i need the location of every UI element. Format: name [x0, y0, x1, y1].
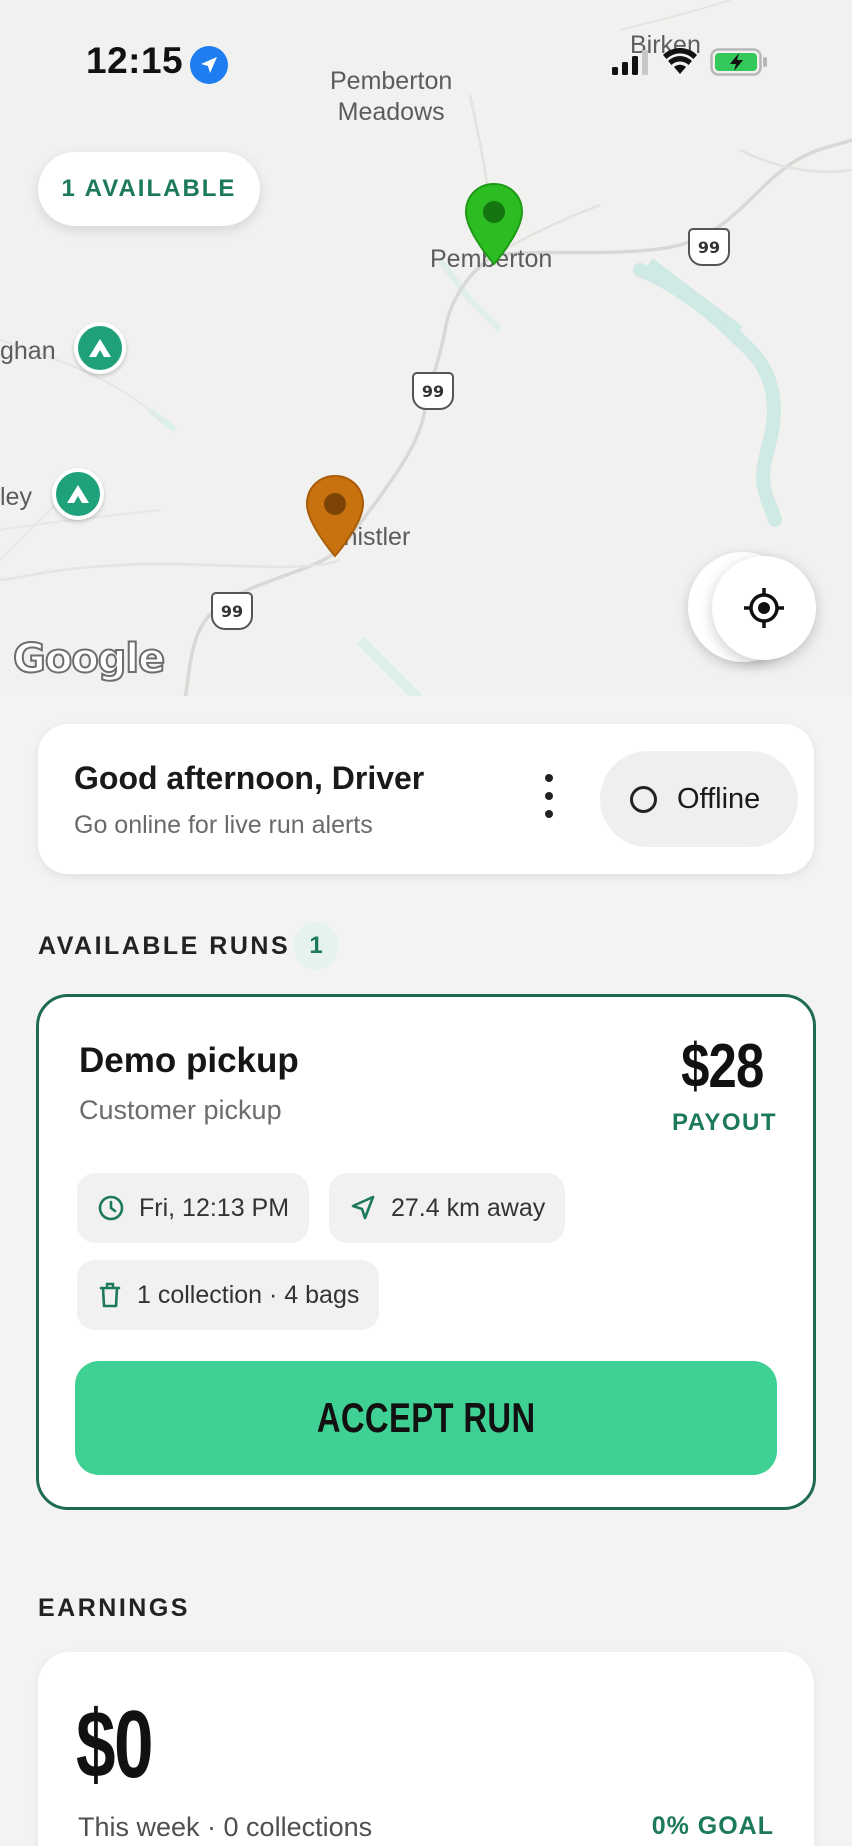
- run-card[interactable]: Demo pickup Customer pickup $28 PAYOUT F…: [36, 994, 816, 1510]
- pickup-location-pin-icon[interactable]: [304, 474, 366, 558]
- highway-99-shield: 99: [211, 592, 253, 630]
- battery-charging-icon: [710, 48, 767, 76]
- earnings-value: $0: [76, 1691, 154, 1798]
- online-status-toggle[interactable]: Offline: [600, 751, 798, 847]
- earnings-subtitle: This week · 0 collections: [78, 1812, 373, 1842]
- available-runs-heading: AVAILABLE RUNS: [38, 932, 291, 960]
- accept-run-button[interactable]: ACCEPT RUN: [75, 1361, 777, 1475]
- status-time: 12:15: [86, 40, 184, 81]
- map-view[interactable]: Pemberton Meadows Birken Pemberton Whist…: [0, 0, 852, 696]
- earnings-card[interactable]: $0 This week · 0 collections 0% GOAL: [38, 1652, 814, 1846]
- location-arrow-icon: [190, 46, 228, 84]
- park-icon[interactable]: [74, 322, 126, 374]
- accept-run-label: ACCEPT RUN: [316, 1394, 536, 1441]
- run-price: $28: [680, 1032, 764, 1101]
- recenter-button[interactable]: [712, 556, 816, 660]
- run-details-chip: 1 collection · 4 bags: [77, 1260, 380, 1330]
- available-runs-count-badge: 1: [294, 922, 338, 970]
- more-options-icon[interactable]: [534, 768, 564, 824]
- earnings-goal: 0% GOAL: [651, 1812, 774, 1840]
- run-distance-chip: 27.4 km away: [329, 1173, 566, 1243]
- map-label-callaghan: ghan: [0, 337, 56, 365]
- highway-99-shield: 99: [412, 372, 454, 410]
- crosshair-icon: [744, 588, 784, 628]
- navigation-arrow-icon: [351, 1195, 375, 1220]
- run-distance: 27.4 km away: [391, 1193, 546, 1222]
- driver-location-pin-icon[interactable]: [463, 182, 525, 266]
- wifi-icon: [663, 48, 697, 74]
- available-count-pill[interactable]: 1 AVAILABLE: [38, 152, 260, 226]
- run-subtitle: Customer pickup: [79, 1095, 282, 1125]
- status-circle-icon: [630, 785, 657, 813]
- status-icons: [610, 48, 768, 76]
- run-title: Demo pickup: [79, 1041, 299, 1080]
- trash-bin-icon: [99, 1282, 121, 1308]
- online-status-label: Offline: [677, 782, 761, 815]
- greeting-subtitle: Go online for live run alerts: [74, 811, 373, 839]
- highway-99-shield: 99: [688, 228, 730, 266]
- run-time: Fri, 12:13 PM: [139, 1193, 290, 1222]
- map-label-valley: ley: [0, 483, 32, 511]
- cellular-signal-icon: [612, 50, 648, 75]
- run-details: 1 collection · 4 bags: [137, 1280, 360, 1309]
- park-icon[interactable]: [52, 468, 104, 520]
- google-attribution: Google: [12, 635, 166, 683]
- run-price-label: PAYOUT: [671, 1109, 777, 1136]
- run-time-chip: Fri, 12:13 PM: [77, 1173, 310, 1243]
- clock-icon: [98, 1195, 124, 1221]
- greeting-card: Good afternoon, Driver Go online for liv…: [38, 724, 814, 874]
- earnings-heading: EARNINGS: [38, 1594, 190, 1622]
- map-label-pemberton-meadows: Pemberton Meadows: [330, 67, 453, 126]
- greeting-title: Good afternoon, Driver: [74, 760, 425, 796]
